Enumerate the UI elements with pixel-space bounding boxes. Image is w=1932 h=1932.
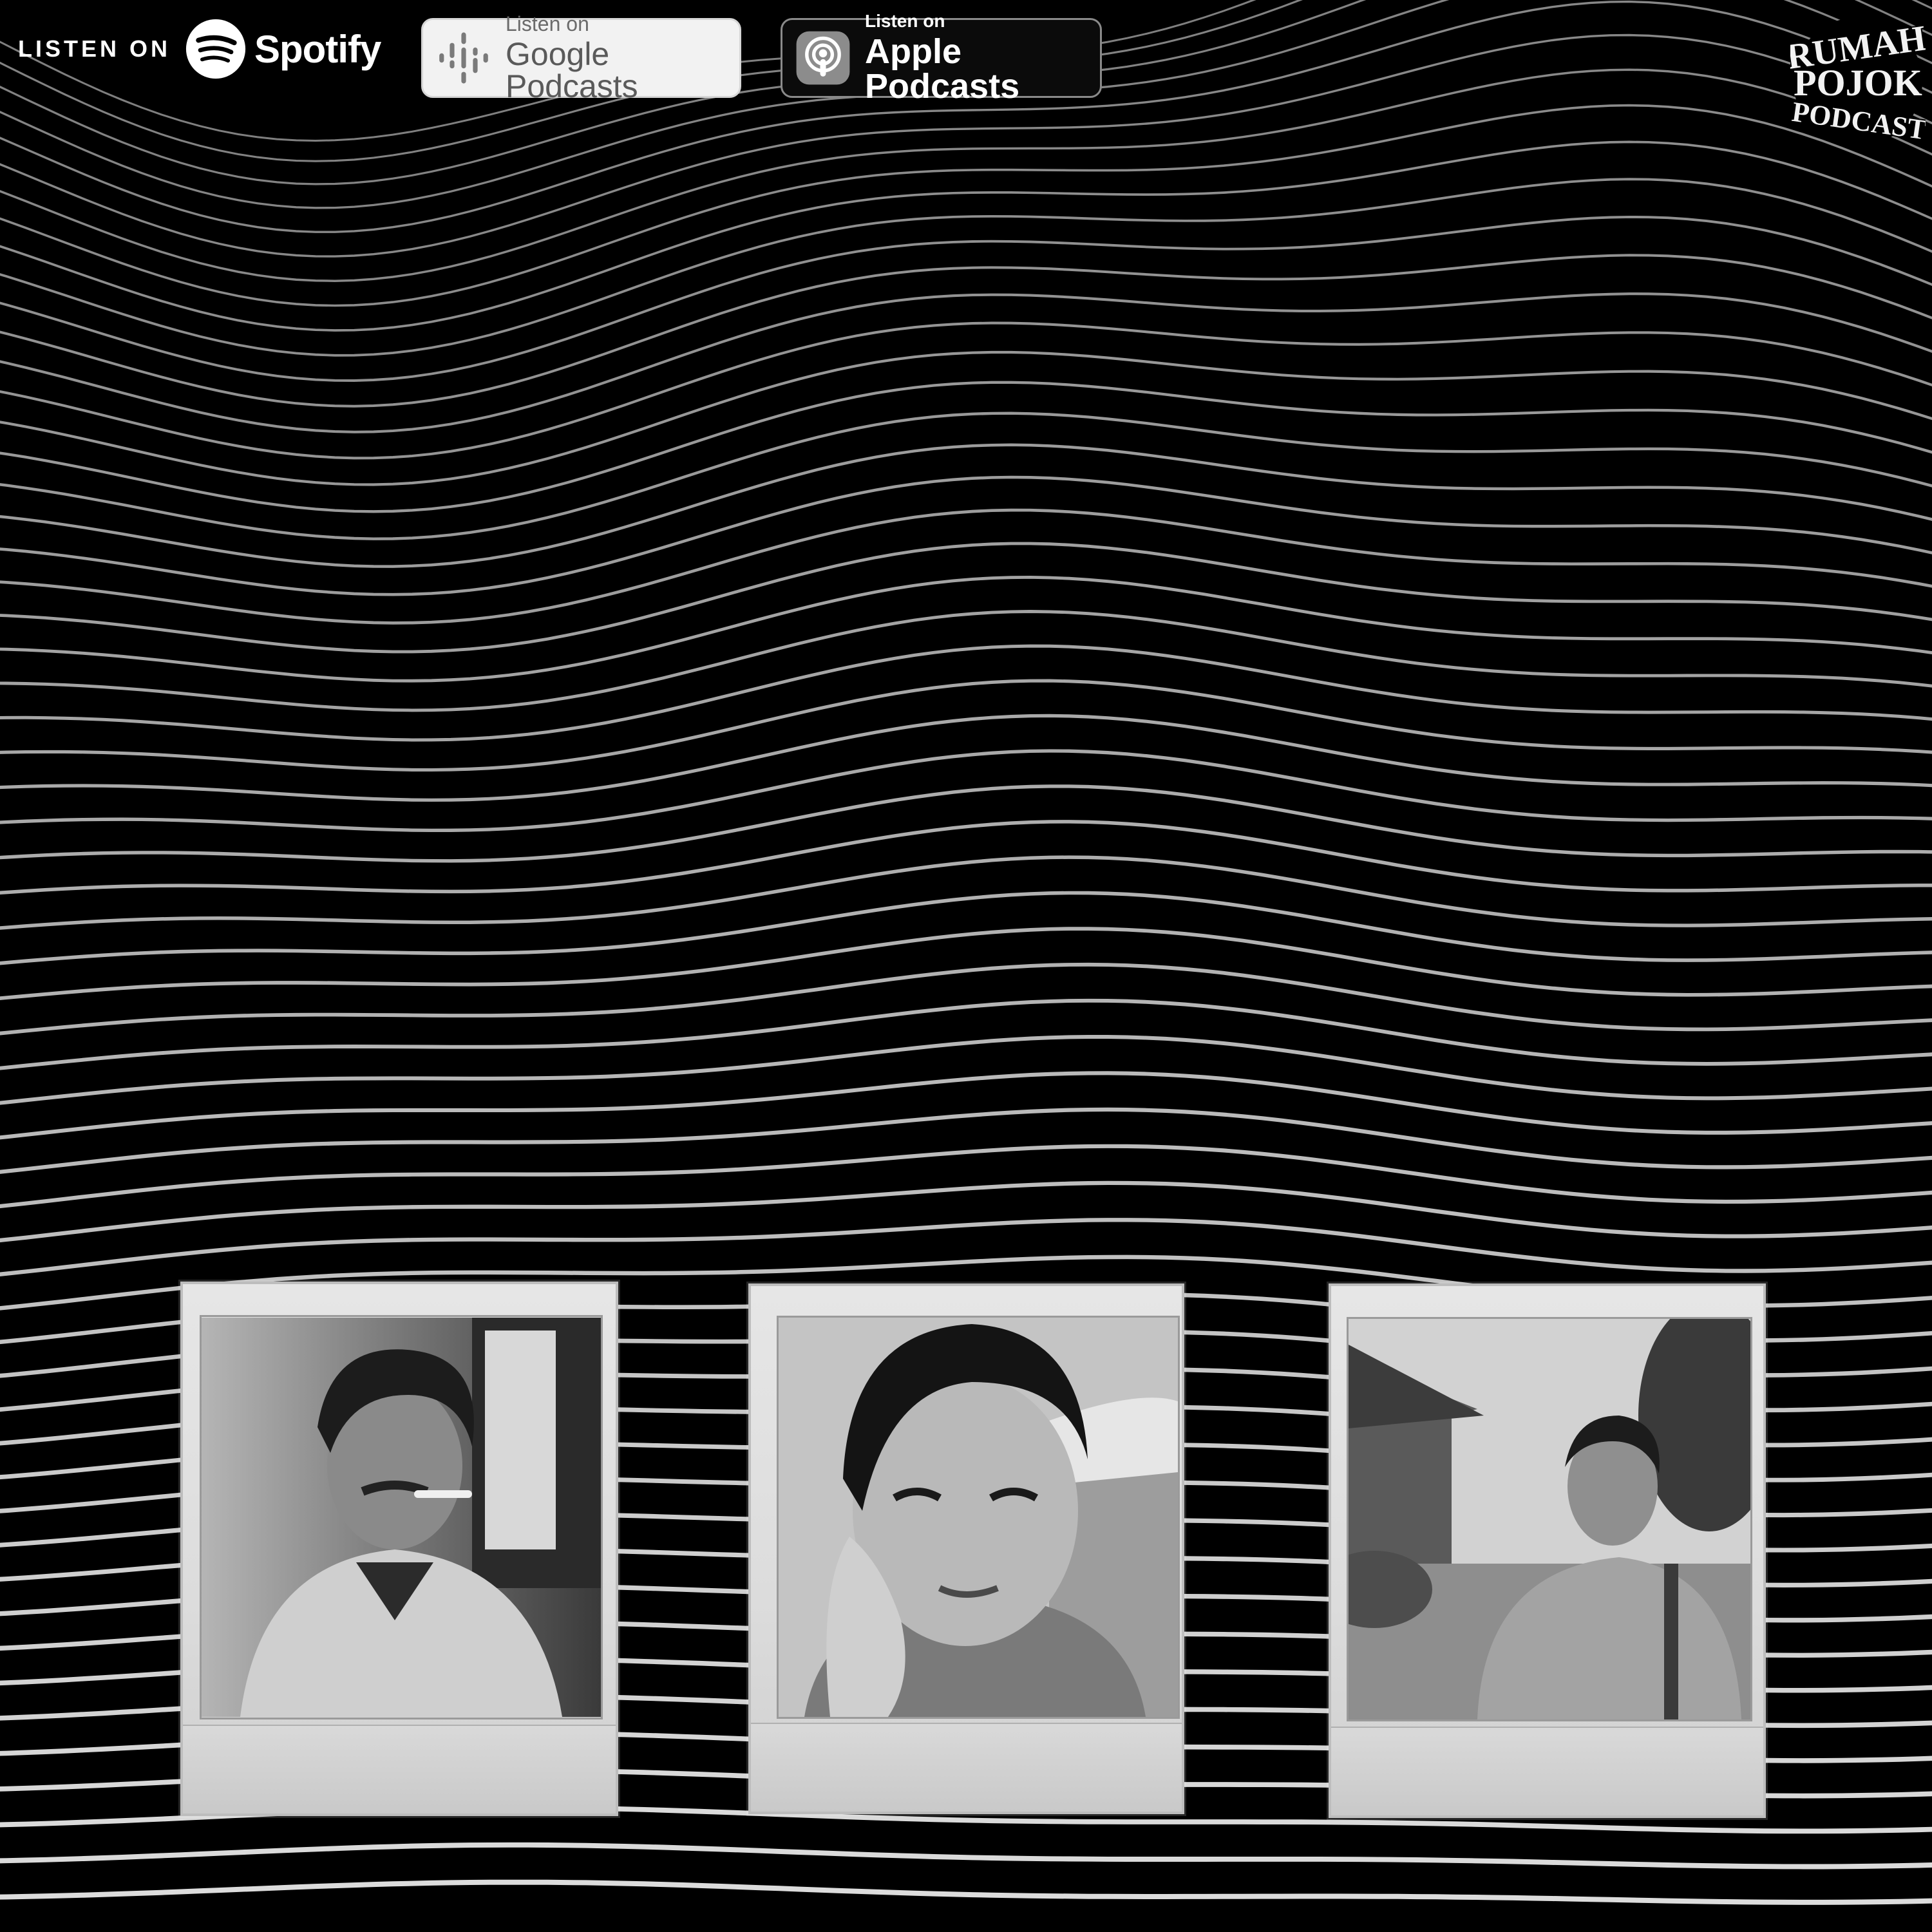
apple-badge-title: Apple Podcasts	[865, 32, 1020, 106]
polaroid-bottom-strip	[1331, 1727, 1763, 1815]
host-photo-2	[777, 1316, 1180, 1719]
google-badge-small-text: Listen on	[506, 12, 589, 35]
wave-line	[0, 475, 1932, 596]
wave-line	[0, 610, 1932, 712]
wave-line	[0, 321, 1932, 460]
wave-line	[0, 855, 1932, 930]
wave-line	[0, 1071, 1932, 1140]
host-photo-3	[1347, 1317, 1752, 1721]
spotify-icon	[185, 19, 246, 79]
wave-line	[0, 644, 1932, 742]
polaroid-bottom-strip	[751, 1723, 1182, 1812]
woman-hand-on-cheek-photo	[779, 1318, 1178, 1717]
wave-line	[0, 104, 1932, 307]
apple-badge-small-text: Listen on	[865, 11, 945, 31]
wave-line	[0, 962, 1932, 1036]
google-podcasts-icon	[439, 32, 488, 84]
spotify-listen-label: LISTEN ON	[18, 35, 171, 62]
wave-line	[0, 412, 1932, 540]
wave-line	[0, 714, 1932, 802]
wave-line	[0, 927, 1932, 1000]
wave-line	[0, 1842, 1932, 1870]
wave-line	[0, 350, 1932, 486]
apple-podcasts-icon	[796, 31, 850, 85]
wave-line	[0, 215, 1932, 382]
google-badge-title: Google Podcasts	[506, 36, 638, 104]
host-photo-1	[200, 1315, 603, 1719]
wave-line	[0, 1144, 1932, 1209]
wave-line	[0, 1218, 1932, 1276]
man-with-cigarette-photo	[202, 1318, 601, 1717]
listen-on-apple-podcasts-badge[interactable]: Listen on Apple Podcasts	[781, 12, 1102, 104]
man-in-plaid-shirt-photo	[1349, 1319, 1750, 1719]
host-polaroid-1	[180, 1282, 618, 1816]
svg-text:POJOK: POJOK	[1794, 62, 1922, 104]
host-polaroid-3	[1329, 1283, 1766, 1818]
listen-on-spotify-badge[interactable]: LISTEN ON Spotify	[18, 14, 381, 84]
polaroid-bottom-strip	[183, 1725, 616, 1814]
rumah-pojok-podcast-logo: RUMAH POJOK PODCAST	[1790, 17, 1926, 147]
wave-line	[0, 891, 1932, 965]
spotify-brand-name: Spotify	[254, 27, 381, 71]
listen-on-google-podcasts-badge[interactable]: Listen on Google Podcasts	[421, 14, 741, 102]
wave-line	[0, 1180, 1932, 1243]
host-polaroid-2	[748, 1283, 1184, 1814]
wave-line	[0, 1107, 1932, 1174]
wave-line	[0, 1879, 1932, 1905]
wave-line	[0, 575, 1932, 683]
wave-line	[0, 998, 1932, 1070]
